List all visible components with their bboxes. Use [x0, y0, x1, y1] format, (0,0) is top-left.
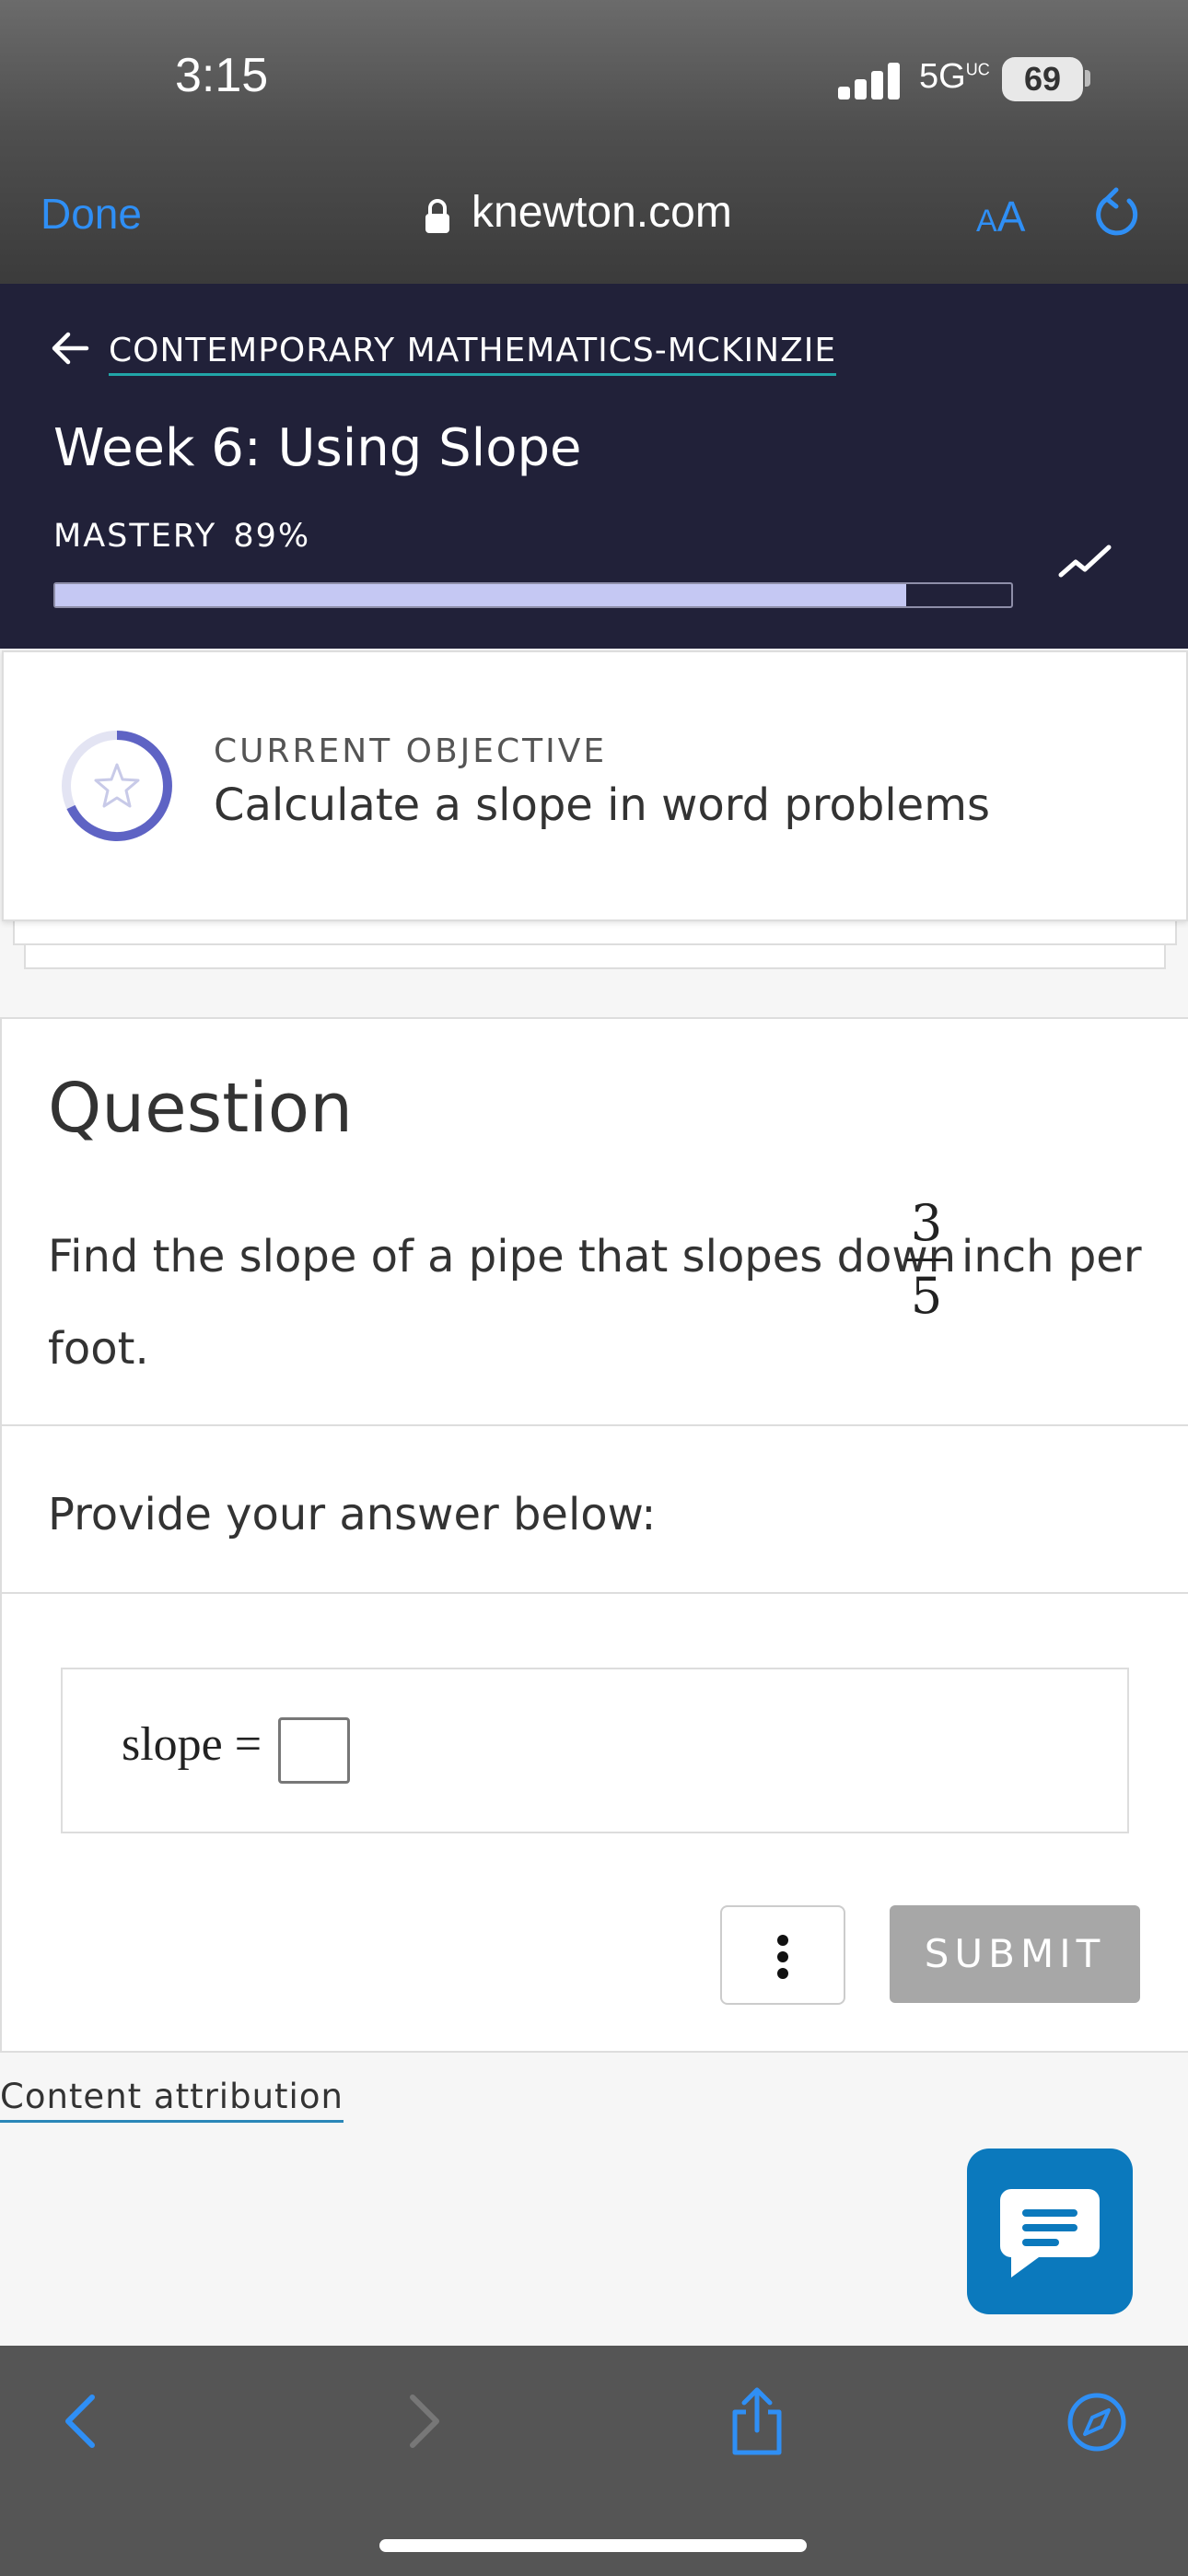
slope-label: slope =	[122, 1718, 262, 1771]
mastery-progress-fill	[55, 584, 906, 606]
mastery-value: 89%	[233, 518, 311, 555]
signal-icon	[838, 61, 903, 100]
url-bar[interactable]: knewton.com	[472, 187, 732, 238]
share-icon[interactable]	[728, 2384, 786, 2458]
more-icon	[777, 1935, 788, 1946]
more-options-button[interactable]	[720, 1905, 845, 2005]
page-title: Week 6: Using Slope	[53, 418, 582, 478]
objective-progress-ring	[62, 731, 172, 841]
text-size-button[interactable]: AA	[976, 192, 1025, 241]
content-attribution-link[interactable]: Content attribution	[0, 2077, 344, 2123]
objective-text: Calculate a slope in word problems	[214, 779, 990, 831]
course-link[interactable]: CONTEMPORARY MATHEMATICS-MCKINZIE	[109, 332, 837, 376]
chat-icon	[1000, 2189, 1100, 2277]
submit-button[interactable]: SUBMIT	[890, 1905, 1140, 2003]
fraction-denominator: 5	[910, 1267, 943, 1325]
battery-tip	[1085, 70, 1090, 87]
network-indicator: 5GUC	[919, 57, 990, 96]
compass-icon[interactable]	[1066, 2392, 1127, 2453]
trend-icon[interactable]	[1057, 540, 1112, 582]
status-time: 3:15	[175, 49, 269, 102]
question-text-wrap: foot.	[48, 1323, 149, 1375]
question-text: Find the slope of a pipe that slopes dow…	[48, 1231, 957, 1282]
done-button[interactable]: Done	[41, 189, 142, 239]
battery-indicator: 69	[1002, 57, 1083, 101]
question-fraction: 3 5	[906, 1194, 947, 1326]
slope-input[interactable]	[278, 1717, 350, 1784]
home-indicator	[379, 2539, 807, 2552]
star-icon	[94, 763, 140, 808]
question-heading: Question	[48, 1069, 353, 1148]
divider	[2, 1592, 1188, 1594]
forward-icon[interactable]	[400, 2392, 449, 2451]
reload-icon[interactable]	[1087, 184, 1147, 245]
mastery-label: MASTERY 89%	[53, 518, 311, 555]
back-icon[interactable]	[55, 2392, 105, 2451]
objective-label: CURRENT OBJECTIVE	[214, 732, 608, 770]
divider	[2, 1424, 1188, 1426]
question-text-after: inch per	[961, 1231, 1142, 1282]
fraction-numerator: 3	[910, 1194, 943, 1252]
answer-prompt: Provide your answer below:	[48, 1489, 657, 1540]
lock-icon	[425, 199, 449, 233]
back-arrow-icon[interactable]	[50, 330, 90, 367]
chat-button[interactable]	[967, 2149, 1133, 2314]
mastery-progress-bar	[53, 582, 1013, 608]
